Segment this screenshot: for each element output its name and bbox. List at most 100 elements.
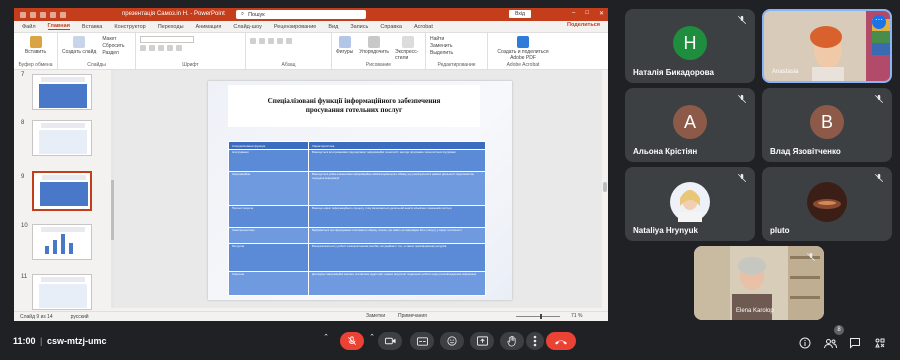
tab-view[interactable]: Вид xyxy=(328,24,338,30)
layout-button[interactable]: Макет xyxy=(102,36,124,43)
mic-off-icon xyxy=(737,15,747,25)
new-slide-button[interactable]: Создать слайд xyxy=(62,36,96,55)
share-button[interactable]: Поделиться xyxy=(567,22,600,28)
replace-button[interactable]: Заменить xyxy=(430,43,483,50)
people-button[interactable] xyxy=(823,336,837,350)
sign-in-button[interactable]: Вхід xyxy=(509,10,531,18)
table-cell: Виконує ефект інформаційного процесу, то… xyxy=(308,205,486,228)
redo-icon[interactable] xyxy=(50,11,56,18)
indent-icon[interactable] xyxy=(268,38,274,44)
present-icon xyxy=(476,336,488,346)
comments-button[interactable]: Примечания xyxy=(398,313,427,319)
arrange-button[interactable]: Упорядочить xyxy=(359,36,389,55)
captions-button[interactable] xyxy=(410,332,434,350)
minimize-icon[interactable]: – xyxy=(572,10,575,17)
tab-transitions[interactable]: Переходы xyxy=(158,24,184,30)
tab-home[interactable]: Главная xyxy=(47,23,70,30)
align-center-icon[interactable] xyxy=(286,38,292,44)
emoji-button[interactable] xyxy=(440,332,464,350)
scroll-knob[interactable] xyxy=(603,182,607,192)
shapes-icon xyxy=(338,36,351,48)
present-from-start-icon[interactable] xyxy=(60,11,66,18)
strikethrough-icon[interactable] xyxy=(167,45,173,51)
select-button[interactable]: Выделить xyxy=(430,50,483,57)
bold-icon[interactable] xyxy=(140,45,146,51)
paste-icon xyxy=(29,36,42,48)
present-button[interactable] xyxy=(470,332,494,350)
people-count-badge: 8 xyxy=(834,325,844,335)
underline-icon[interactable] xyxy=(158,45,164,51)
chat-button[interactable] xyxy=(848,336,862,350)
mic-off-icon xyxy=(874,94,884,104)
tab-design[interactable]: Конструктор xyxy=(114,24,145,30)
bullets-icon[interactable] xyxy=(250,38,256,44)
font-color-icon[interactable] xyxy=(176,45,182,51)
leave-call-button[interactable] xyxy=(546,332,576,350)
meet-control-bar: 11:00 | csw-mtzj-umc ⌃ ⌃ xyxy=(0,326,900,360)
camera-button[interactable] xyxy=(378,332,402,350)
participant-tile-video[interactable]: Elena Karolop xyxy=(694,246,824,320)
section-button[interactable]: Раздел xyxy=(102,50,124,57)
undo-icon[interactable] xyxy=(40,11,46,18)
notes-button[interactable]: Заметки xyxy=(366,313,385,319)
tab-file[interactable]: Файл xyxy=(22,24,36,30)
more-options-icon[interactable]: ⋯ xyxy=(872,15,886,29)
tab-review[interactable]: Рецензирование xyxy=(274,24,316,30)
language-indicator[interactable]: русский xyxy=(71,314,89,320)
canvas-scrollbar[interactable] xyxy=(602,70,608,308)
participant-tile[interactable]: А Альона Крістіян xyxy=(625,88,755,162)
microphone-button[interactable] xyxy=(340,332,364,350)
italic-icon[interactable] xyxy=(149,45,155,51)
participant-tile[interactable]: Н Наталія Бикадорова xyxy=(625,9,755,83)
align-left-icon[interactable] xyxy=(277,38,283,44)
find-button[interactable]: Найти xyxy=(430,36,483,43)
font-name-field[interactable] xyxy=(140,36,194,43)
shapes-button[interactable]: Фигуры xyxy=(336,36,353,55)
tab-animations[interactable]: Анимация xyxy=(196,24,222,30)
chevron-up-icon[interactable]: ⌃ xyxy=(368,333,376,341)
close-icon[interactable]: ✕ xyxy=(599,10,604,17)
search-box[interactable]: ⌕ Пошук xyxy=(236,10,366,19)
participant-tile[interactable]: В Влад Язовітченко xyxy=(762,88,892,162)
quick-styles-button[interactable]: Экспресс-стили xyxy=(395,36,421,61)
slide-number: 7 xyxy=(21,72,25,78)
current-slide[interactable]: Спеціалізовані функції інформаційного за… xyxy=(208,81,512,300)
clock: 11:00 xyxy=(13,336,36,346)
save-icon[interactable] xyxy=(30,11,36,18)
tab-record[interactable]: Запись xyxy=(350,24,368,30)
avatar-photo xyxy=(807,182,847,222)
pdf-icon xyxy=(517,36,529,48)
participant-tile-video[interactable]: ⋯ Anastasia xyxy=(762,9,892,83)
tab-help[interactable]: Справка xyxy=(380,24,402,30)
slide-thumbnail-11[interactable] xyxy=(32,274,92,310)
tab-acrobat[interactable]: Acrobat xyxy=(414,24,433,30)
slide-thumbnail-10[interactable] xyxy=(32,224,92,260)
paste-button[interactable]: Вставить xyxy=(18,36,53,55)
emoji-icon xyxy=(447,336,457,346)
reset-button[interactable]: Сбросить xyxy=(102,43,124,50)
participant-tile[interactable]: pluto xyxy=(762,167,892,241)
avatar-photo xyxy=(670,182,710,222)
tab-slideshow[interactable]: Слайд-шоу xyxy=(233,24,262,30)
slide-title: Спеціалізовані функції інформаційного за… xyxy=(267,96,441,115)
autosave-icon[interactable] xyxy=(20,11,26,18)
slide-thumbnail-8[interactable] xyxy=(32,120,92,156)
table-cell: Самопрезентація xyxy=(228,227,309,244)
meeting-details-button[interactable] xyxy=(798,336,812,350)
more-options-button[interactable] xyxy=(526,332,544,350)
participant-tile[interactable]: Nataliya Hrynyuk xyxy=(625,167,755,241)
chat-icon xyxy=(850,338,860,349)
activities-button[interactable] xyxy=(873,336,887,350)
table-row: Оціночна Досліджує інформаційні масиви, … xyxy=(228,271,486,296)
slide-thumbnail-9[interactable] xyxy=(32,171,92,211)
zoom-slider[interactable] xyxy=(510,313,570,319)
chevron-up-icon[interactable]: ⌃ xyxy=(322,333,330,341)
tab-insert[interactable]: Вставка xyxy=(82,24,102,30)
raise-hand-button[interactable] xyxy=(500,332,524,350)
zoom-level[interactable]: 71 % xyxy=(571,313,582,319)
create-pdf-button[interactable]: Создать и поделиться Adobe PDF xyxy=(492,36,554,61)
shapes-label: Фигуры xyxy=(336,49,354,55)
slide-thumbnail-7[interactable] xyxy=(32,74,92,110)
numbering-icon[interactable] xyxy=(259,38,265,44)
maximize-icon[interactable]: □ xyxy=(585,10,589,17)
